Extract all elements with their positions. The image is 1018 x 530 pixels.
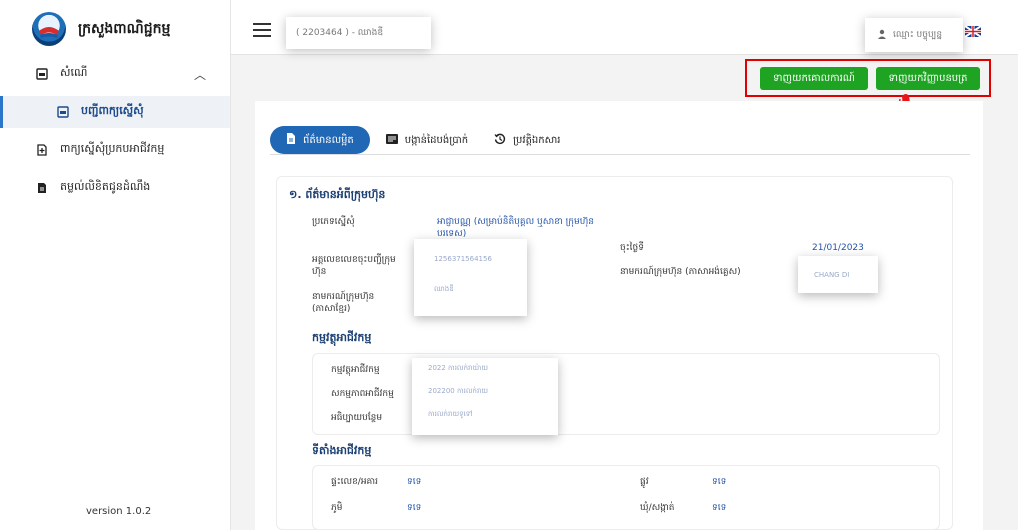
commune-label: ឃុំ/សង្កាត់ (640, 503, 675, 513)
chevron-up-icon[interactable]: ︿ (194, 66, 206, 83)
description-value: ការលក់រាយទូទៅ (428, 410, 473, 418)
sidebar-item-business-application[interactable]: ពាក្យស្នើសុំប្រកបអាជីវកម្ម (0, 134, 230, 166)
inbox-icon (36, 68, 48, 80)
registration-no-value: 1256371564156 (434, 255, 492, 263)
registration-no-label: អត្តលេខលេខចុះបញ្ជីក្រុមហ៊ុន (312, 255, 396, 277)
inbox-icon (57, 106, 69, 118)
download-certificate-button[interactable]: ទាញយកវិញ្ញាបនបត្រ (876, 67, 980, 90)
request-type-label: ប្រភេទស្នើសុំ (312, 217, 355, 227)
user-icon (877, 29, 887, 42)
location-subpanel (312, 465, 940, 530)
ministry-logo-icon (32, 12, 66, 46)
version-label: version 1.0.2 (86, 506, 152, 517)
download-policy-button[interactable]: ទាញយកគោលការណ៍ (760, 67, 868, 90)
sidebar-item-label: បញ្ជីពាក្យស្នើសុំ (81, 104, 144, 117)
section-title-location: ទីតាំងអាជីវកម្ម (312, 444, 372, 457)
tab-bar: ព័ត៌មានលម្អិត បង្កាន់ដៃបង់ប្រាក់ ប្រវត្ត… (270, 126, 576, 154)
village-value: ទទេ (407, 503, 422, 513)
village-label: ភូមិ (331, 503, 343, 513)
document-icon (36, 182, 48, 194)
activity-value: 202200 ការលក់រាយ (428, 387, 489, 395)
registration-date-value: 21/01/2023 (812, 243, 864, 253)
objective-value: 2022 ការលក់រាយ៉ាយ (428, 364, 489, 372)
sidebar: ក្រសួងពាណិជ្ជកម្ម សំណើ ︿ បញ្ជីពាក្យស្នើស… (0, 0, 231, 530)
breadcrumb: ( 2203464 ) - ឈាងឌី (286, 17, 431, 49)
street-value: ទទេ (712, 477, 727, 487)
sidebar-item-notification-letter[interactable]: តម្លល់លិខិតជូនដំណឹង (0, 172, 230, 204)
name-kh-value: ឈាងឌី (434, 285, 454, 293)
request-type-value: អាជ្ញាបណ្ណ (សម្រាប់និតិបុគ្គល ឬសាខា ក្រុ… (437, 217, 594, 239)
tab-history[interactable]: ប្រវត្តិឯកសារ (484, 126, 570, 154)
company-id-redacted-box: 1256371564156 ឈាងឌី (414, 239, 527, 316)
brand[interactable]: ក្រសួងពាណិជ្ជកម្ម (0, 0, 230, 58)
language-flag-icon[interactable] (964, 25, 982, 40)
sidebar-item-label: សំណើ (60, 66, 88, 79)
street-label: ផ្លូវ (640, 477, 649, 487)
top-header: ( 2203464 ) - ឈាងឌី ឈ្មោះ បច្ចុប្បន្ន (231, 0, 1018, 55)
sidebar-item-label: តម្លល់លិខិតជូនដំណឹង (60, 180, 151, 193)
activity-label: សកម្មភាពអាជីវកម្ម (331, 389, 394, 399)
menu-toggle-icon[interactable] (253, 23, 271, 37)
tab-receipt[interactable]: បង្កាន់ដៃបង់ប្រាក់ (376, 126, 478, 154)
section-title-company: ១. ព័ត៌មានអំពីក្រុមហ៊ុន (289, 188, 386, 201)
registration-date-label: ចុះថ្ងៃទី (620, 243, 644, 253)
receipt-icon (385, 133, 398, 147)
user-menu[interactable]: ឈ្មោះ បច្ចុប្បន្ន (865, 18, 963, 52)
sidebar-item-label: ពាក្យស្នើសុំប្រកបអាជីវកម្ម (60, 142, 165, 155)
user-name: ឈ្មោះ បច្ចុប្បន្ន (893, 29, 943, 40)
tab-divider (270, 154, 970, 155)
document-icon (286, 133, 296, 147)
sidebar-item-request-list[interactable]: បញ្ជីពាក្យស្នើសុំ (0, 96, 230, 128)
house-value: ទទេ (407, 477, 422, 487)
objective-label: កម្មវត្ថុអាជីវកម្ម (331, 365, 380, 375)
house-label: ផ្ទះលេខ/អគារ (331, 477, 378, 487)
business-subpanel (312, 353, 940, 435)
name-en-label: នាមករណ៍ក្រុមហ៊ុន (ភាសាអង់គ្លេស) (620, 267, 741, 277)
commune-value: ទទេ (712, 503, 727, 513)
sidebar-item-requests[interactable]: សំណើ ︿ (0, 58, 230, 90)
business-redacted-box: 2022 ការលក់រាយ៉ាយ 202200 ការលក់រាយ ការលក… (412, 358, 558, 435)
name-en-value: CHANG DI (798, 256, 878, 293)
section-title-business: កម្មវត្ថុអាជីវកម្ម (312, 331, 372, 344)
add-file-icon (36, 144, 48, 156)
history-icon (494, 133, 506, 148)
brand-title: ក្រសួងពាណិជ្ជកម្ម (78, 20, 171, 37)
description-label: អធិប្បាយបន្ថែម (331, 413, 383, 423)
name-kh-label: នាមករណ៍ក្រុមហ៊ុន (ភាសាខ្មែរ) (312, 292, 375, 314)
tab-details[interactable]: ព័ត៌មានលម្អិត (270, 126, 370, 154)
